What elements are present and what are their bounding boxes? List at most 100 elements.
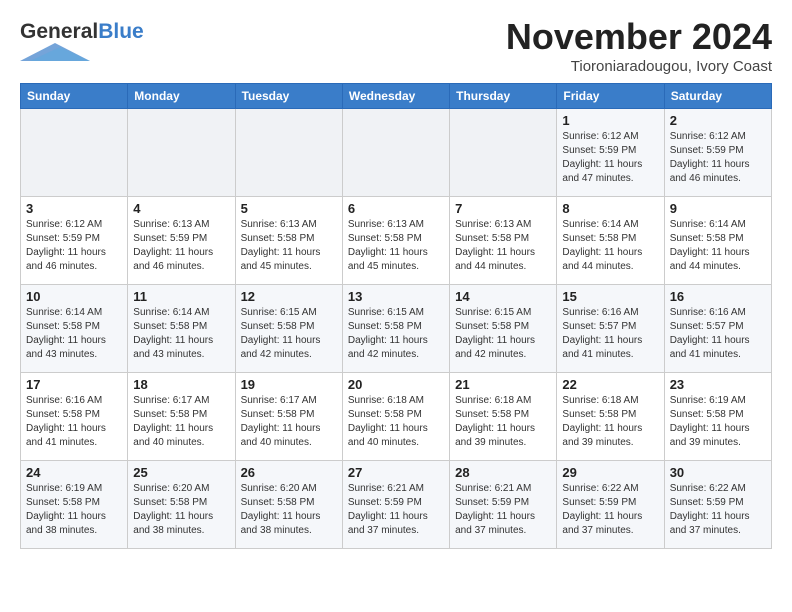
calendar-cell [21,109,128,197]
column-header-thursday: Thursday [450,84,557,109]
day-detail: Sunrise: 6:15 AM Sunset: 5:58 PM Dayligh… [455,306,551,362]
calendar-cell: 7 Sunrise: 6:13 AM Sunset: 5:58 PM Daylig… [450,197,557,285]
calendar-table: SundayMondayTuesdayWednesdayThursdayFrid… [20,83,772,549]
day-detail: Sunrise: 6:20 AM Sunset: 5:58 PM Dayligh… [241,482,337,538]
day-detail: Sunrise: 6:12 AM Sunset: 5:59 PM Dayligh… [562,130,658,186]
day-number: 14 [455,289,551,304]
logo-blue: Blue [98,20,144,43]
day-number: 22 [562,377,658,392]
calendar-week-2: 3Sunrise: 6:12 AM Sunset: 5:59 PM Daylig… [21,197,772,285]
day-number: 25 [133,465,229,480]
calendar-cell: 3Sunrise: 6:12 AM Sunset: 5:59 PM Daylig… [21,197,128,285]
day-detail: Sunrise: 6:21 AM Sunset: 5:59 PM Dayligh… [455,482,551,538]
day-detail: Sunrise: 6:18 AM Sunset: 5:58 PM Dayligh… [455,394,551,450]
day-detail: Sunrise: 6:13 AM Sunset: 5:58 PM Dayligh… [241,218,337,274]
column-header-saturday: Saturday [664,84,771,109]
calendar-cell: 24 Sunrise: 6:19 AM Sunset: 5:58 PM Dayli… [21,461,128,549]
day-number: 2 [670,113,766,128]
calendar-week-3: 10 Sunrise: 6:14 AM Sunset: 5:58 PM Dayli… [21,285,772,373]
title-block: November 2024 Tioroniaradougou, Ivory Co… [506,16,772,75]
day-number: 17 [26,377,122,392]
calendar-week-4: 17Sunrise: 6:16 AM Sunset: 5:58 PM Dayli… [21,373,772,461]
day-number: 12 [241,289,337,304]
calendar-cell: 26 Sunrise: 6:20 AM Sunset: 5:58 PM Dayli… [235,461,342,549]
day-detail: Sunrise: 6:19 AM Sunset: 5:58 PM Dayligh… [670,394,766,450]
calendar-cell: 1 Sunrise: 6:12 AM Sunset: 5:59 PM Daylig… [557,109,664,197]
day-detail: Sunrise: 6:17 AM Sunset: 5:58 PM Dayligh… [241,394,337,450]
day-number: 1 [562,113,658,128]
page-title: November 2024 [506,16,772,58]
calendar-cell: 17Sunrise: 6:16 AM Sunset: 5:58 PM Dayli… [21,373,128,461]
calendar-cell [235,109,342,197]
calendar-cell: 6 Sunrise: 6:13 AM Sunset: 5:58 PM Daylig… [342,197,449,285]
day-number: 21 [455,377,551,392]
calendar-week-5: 24 Sunrise: 6:19 AM Sunset: 5:58 PM Dayli… [21,461,772,549]
day-detail: Sunrise: 6:15 AM Sunset: 5:58 PM Dayligh… [348,306,444,362]
day-number: 4 [133,201,229,216]
day-number: 15 [562,289,658,304]
day-detail: Sunrise: 6:14 AM Sunset: 5:58 PM Dayligh… [26,306,122,362]
day-number: 8 [562,201,658,216]
day-detail: Sunrise: 6:22 AM Sunset: 5:59 PM Dayligh… [562,482,658,538]
day-detail: Sunrise: 6:12 AM Sunset: 5:59 PM Dayligh… [670,130,766,186]
column-header-friday: Friday [557,84,664,109]
calendar-cell: 30Sunrise: 6:22 AM Sunset: 5:59 PM Dayli… [664,461,771,549]
calendar-cell: 12 Sunrise: 6:15 AM Sunset: 5:58 PM Dayli… [235,285,342,373]
calendar-cell [128,109,235,197]
calendar-cell: 20 Sunrise: 6:18 AM Sunset: 5:58 PM Dayli… [342,373,449,461]
calendar-week-1: 1 Sunrise: 6:12 AM Sunset: 5:59 PM Daylig… [21,109,772,197]
calendar-cell: 8 Sunrise: 6:14 AM Sunset: 5:58 PM Daylig… [557,197,664,285]
calendar-cell: 9 Sunrise: 6:14 AM Sunset: 5:58 PM Daylig… [664,197,771,285]
day-number: 10 [26,289,122,304]
day-detail: Sunrise: 6:18 AM Sunset: 5:58 PM Dayligh… [562,394,658,450]
day-detail: Sunrise: 6:18 AM Sunset: 5:58 PM Dayligh… [348,394,444,450]
day-detail: Sunrise: 6:14 AM Sunset: 5:58 PM Dayligh… [562,218,658,274]
day-number: 11 [133,289,229,304]
day-detail: Sunrise: 6:12 AM Sunset: 5:59 PM Dayligh… [26,218,122,274]
day-detail: Sunrise: 6:15 AM Sunset: 5:58 PM Dayligh… [241,306,337,362]
column-header-tuesday: Tuesday [235,84,342,109]
day-number: 7 [455,201,551,216]
calendar-cell: 18 Sunrise: 6:17 AM Sunset: 5:58 PM Dayli… [128,373,235,461]
day-number: 18 [133,377,229,392]
day-number: 6 [348,201,444,216]
calendar-header: SundayMondayTuesdayWednesdayThursdayFrid… [21,84,772,109]
day-number: 5 [241,201,337,216]
day-detail: Sunrise: 6:13 AM Sunset: 5:59 PM Dayligh… [133,218,229,274]
day-detail: Sunrise: 6:19 AM Sunset: 5:58 PM Dayligh… [26,482,122,538]
day-number: 16 [670,289,766,304]
logo: GeneralBlue [20,20,144,66]
calendar-cell: 2 Sunrise: 6:12 AM Sunset: 5:59 PM Daylig… [664,109,771,197]
day-detail: Sunrise: 6:14 AM Sunset: 5:58 PM Dayligh… [670,218,766,274]
day-detail: Sunrise: 6:13 AM Sunset: 5:58 PM Dayligh… [348,218,444,274]
day-number: 19 [241,377,337,392]
day-detail: Sunrise: 6:14 AM Sunset: 5:58 PM Dayligh… [133,306,229,362]
calendar-cell: 19 Sunrise: 6:17 AM Sunset: 5:58 PM Dayli… [235,373,342,461]
day-detail: Sunrise: 6:16 AM Sunset: 5:57 PM Dayligh… [562,306,658,362]
day-detail: Sunrise: 6:22 AM Sunset: 5:59 PM Dayligh… [670,482,766,538]
calendar-cell: 23Sunrise: 6:19 AM Sunset: 5:58 PM Dayli… [664,373,771,461]
column-header-wednesday: Wednesday [342,84,449,109]
day-number: 13 [348,289,444,304]
calendar-cell: 14 Sunrise: 6:15 AM Sunset: 5:58 PM Dayli… [450,285,557,373]
day-number: 24 [26,465,122,480]
calendar-cell: 16 Sunrise: 6:16 AM Sunset: 5:57 PM Dayli… [664,285,771,373]
calendar-body: 1 Sunrise: 6:12 AM Sunset: 5:59 PM Daylig… [21,109,772,549]
day-detail: Sunrise: 6:13 AM Sunset: 5:58 PM Dayligh… [455,218,551,274]
day-number: 26 [241,465,337,480]
day-detail: Sunrise: 6:17 AM Sunset: 5:58 PM Dayligh… [133,394,229,450]
day-number: 27 [348,465,444,480]
calendar-cell: 25Sunrise: 6:20 AM Sunset: 5:58 PM Dayli… [128,461,235,549]
logo-general: General [20,20,98,43]
calendar-cell: 13 Sunrise: 6:15 AM Sunset: 5:58 PM Dayli… [342,285,449,373]
calendar-cell: 11 Sunrise: 6:14 AM Sunset: 5:58 PM Dayli… [128,285,235,373]
day-number: 29 [562,465,658,480]
calendar-cell: 10 Sunrise: 6:14 AM Sunset: 5:58 PM Dayli… [21,285,128,373]
day-detail: Sunrise: 6:16 AM Sunset: 5:57 PM Dayligh… [670,306,766,362]
day-number: 20 [348,377,444,392]
day-number: 28 [455,465,551,480]
calendar-cell: 21 Sunrise: 6:18 AM Sunset: 5:58 PM Dayli… [450,373,557,461]
page-header: GeneralBlue November 2024 Tioroniaradoug… [20,16,772,75]
calendar-cell: 4 Sunrise: 6:13 AM Sunset: 5:59 PM Daylig… [128,197,235,285]
day-number: 9 [670,201,766,216]
